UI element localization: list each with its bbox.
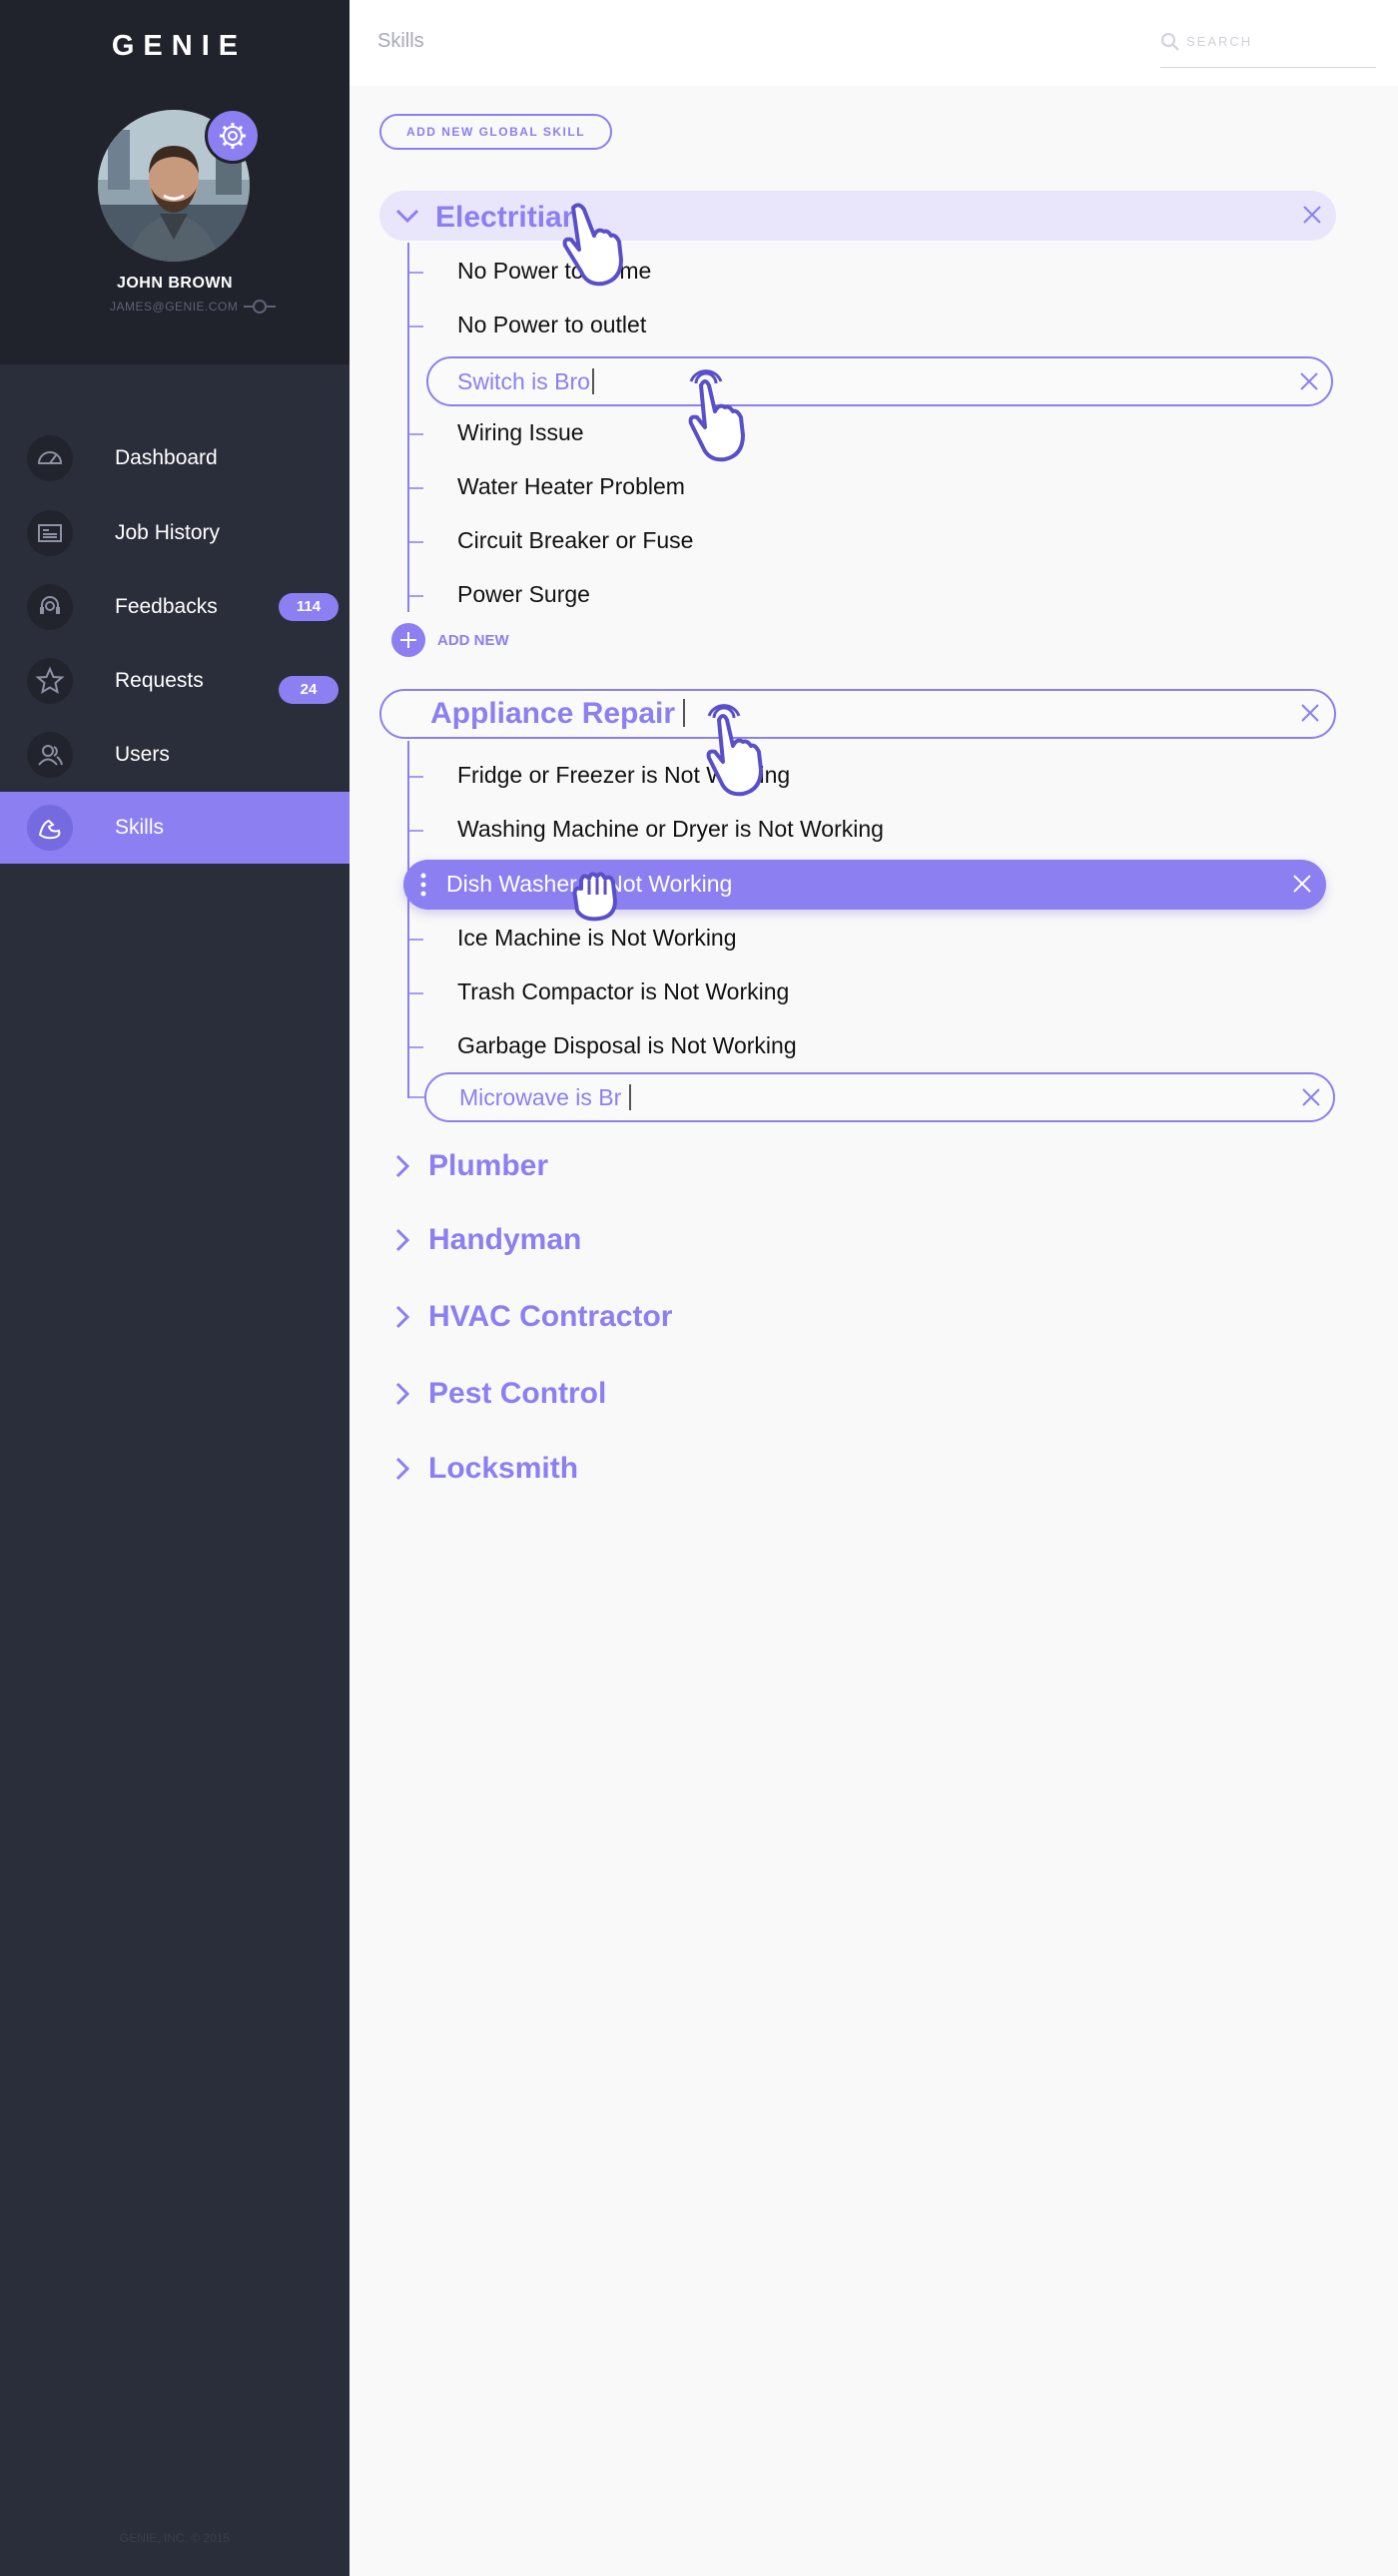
skill-item-edit-field[interactable]: Switch is Bro bbox=[426, 356, 1333, 406]
feedbacks-count-badge: 114 bbox=[279, 593, 339, 621]
skill-item[interactable]: Washing Machine or Dryer is Not Working bbox=[457, 816, 884, 843]
category-header-electrician[interactable]: Electritian bbox=[379, 191, 1336, 241]
star-icon bbox=[27, 658, 73, 704]
user-name: JOHN BROWN bbox=[116, 275, 234, 292]
category-title: Locksmith bbox=[428, 1452, 579, 1485]
users-icon bbox=[27, 732, 73, 778]
add-new-label: ADD NEW bbox=[437, 631, 509, 649]
category-title: Handyman bbox=[428, 1223, 582, 1256]
user-email: JAMES@GENIE.COM bbox=[110, 300, 239, 314]
skill-item-edit-value[interactable]: Microwave is Br bbox=[459, 1084, 621, 1110]
nav-item-requests[interactable]: Requests 24 bbox=[0, 645, 350, 717]
add-global-skill-button[interactable]: ADD NEW GLOBAL SKILL bbox=[379, 114, 612, 150]
brand-logo: GENIE bbox=[111, 30, 248, 62]
nav-item-job-history[interactable]: Job History bbox=[0, 497, 350, 569]
skill-item[interactable]: Circuit Breaker or Fuse bbox=[457, 527, 693, 554]
chevron-right-icon[interactable] bbox=[393, 1153, 411, 1179]
tree-connector bbox=[407, 243, 409, 612]
category-title: Plumber bbox=[428, 1149, 549, 1182]
nav-label: Users bbox=[115, 743, 170, 766]
chevron-down-icon[interactable] bbox=[394, 204, 420, 228]
skill-item[interactable]: Garbage Disposal is Not Working bbox=[457, 1032, 797, 1059]
nav-item-skills[interactable]: Skills bbox=[0, 792, 350, 864]
requests-count-badge: 24 bbox=[279, 676, 339, 704]
chevron-right-icon[interactable] bbox=[393, 1456, 411, 1482]
plus-icon bbox=[391, 623, 425, 657]
skill-item[interactable]: Water Heater Problem bbox=[457, 473, 685, 500]
skill-item[interactable]: Trash Compactor is Not Working bbox=[457, 978, 789, 1005]
close-icon[interactable] bbox=[1302, 205, 1322, 225]
tree-connector bbox=[407, 741, 409, 1098]
add-new-skill-button[interactable]: ADD NEW bbox=[391, 623, 509, 657]
search-icon bbox=[1161, 33, 1179, 51]
headset-icon bbox=[27, 584, 73, 630]
category-title-edit-value[interactable]: Appliance Repair bbox=[430, 697, 675, 730]
logout-icon[interactable] bbox=[243, 298, 277, 316]
skill-item[interactable]: Wiring Issue bbox=[457, 419, 584, 446]
page-title: Skills bbox=[377, 30, 424, 52]
tap-hand-icon bbox=[688, 369, 745, 462]
profile-panel: GENIE JOHN BROWN JAMES@GENIE.COM bbox=[0, 0, 350, 364]
category-title: Pest Control bbox=[428, 1377, 607, 1410]
category-title: HVAC Contractor bbox=[428, 1300, 673, 1333]
skill-item[interactable]: Ice Machine is Not Working bbox=[457, 925, 737, 952]
chevron-right-icon[interactable] bbox=[393, 1381, 411, 1407]
category-header-appliance-repair[interactable]: Appliance Repair bbox=[379, 689, 1336, 739]
skill-item-edit-value[interactable]: Switch is Bro bbox=[457, 368, 590, 394]
chevron-right-icon[interactable] bbox=[393, 1304, 411, 1330]
skill-item-edit-field[interactable]: Microwave is Br bbox=[424, 1072, 1335, 1122]
arm-icon bbox=[27, 805, 73, 851]
settings-gear-icon[interactable] bbox=[205, 108, 261, 164]
tap-hand-icon bbox=[706, 704, 763, 797]
skill-item-dragging[interactable]: Dish Washer is Not Working bbox=[403, 860, 1326, 910]
skill-item[interactable]: Power Surge bbox=[457, 581, 590, 608]
tap-hand-icon bbox=[562, 203, 623, 287]
nav-item-feedbacks[interactable]: Feedbacks 114 bbox=[0, 571, 350, 643]
grab-hand-icon bbox=[572, 872, 617, 922]
nav-label: Requests bbox=[115, 669, 204, 692]
close-icon[interactable] bbox=[1292, 874, 1312, 894]
copyright: GENIE, INC. © 2015 bbox=[119, 2531, 231, 2545]
category-pest-control[interactable]: Pest Control bbox=[393, 1374, 606, 1414]
nav-item-dashboard[interactable]: Dashboard bbox=[0, 422, 350, 494]
top-header: Skills bbox=[350, 0, 1398, 86]
nav-label: Skills bbox=[115, 816, 165, 839]
close-icon[interactable] bbox=[1300, 703, 1320, 723]
category-locksmith[interactable]: Locksmith bbox=[393, 1449, 578, 1489]
chevron-right-icon[interactable] bbox=[393, 1227, 411, 1253]
search-input[interactable] bbox=[1186, 30, 1371, 52]
category-plumber[interactable]: Plumber bbox=[393, 1146, 548, 1186]
gauge-icon bbox=[27, 435, 73, 481]
nav-label: Feedbacks bbox=[115, 595, 218, 618]
search-box bbox=[1160, 28, 1376, 68]
sidebar: GENIE JOHN BROWN JAMES@GENIE.COM Dashboa… bbox=[0, 0, 350, 2576]
nav-label: Job History bbox=[115, 521, 221, 544]
newspaper-icon bbox=[27, 510, 73, 556]
category-hvac-contractor[interactable]: HVAC Contractor bbox=[393, 1297, 672, 1337]
nav-label: Dashboard bbox=[115, 446, 218, 469]
nav-item-users[interactable]: Users bbox=[0, 719, 350, 791]
clear-icon[interactable] bbox=[1299, 371, 1319, 391]
skill-item[interactable]: No Power to outlet bbox=[457, 312, 646, 338]
category-handyman[interactable]: Handyman bbox=[393, 1220, 581, 1260]
drag-handle-icon[interactable] bbox=[420, 873, 426, 897]
clear-icon[interactable] bbox=[1301, 1087, 1321, 1107]
